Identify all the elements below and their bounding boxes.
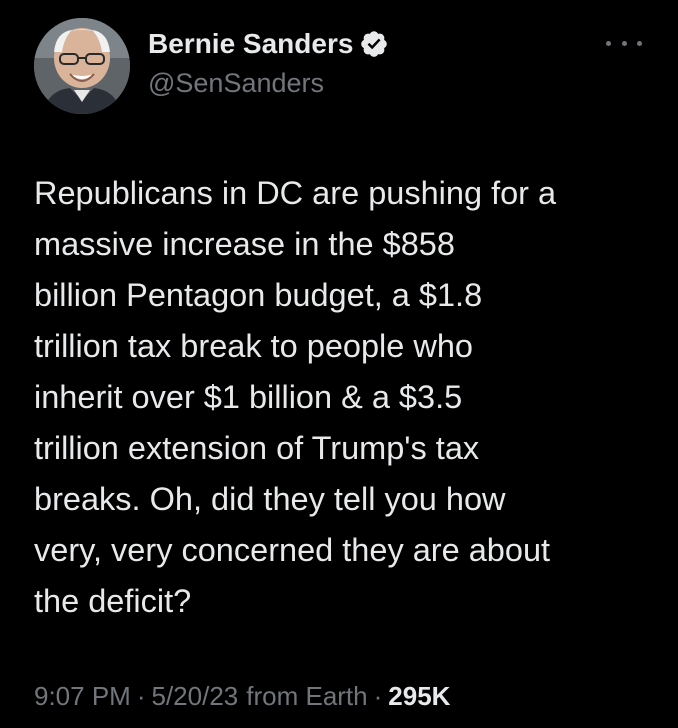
tweet: Bernie Sanders @SenSanders Republicans i… [0, 0, 678, 728]
more-dot [637, 40, 642, 46]
display-name[interactable]: Bernie Sanders [148, 28, 353, 60]
tweet-text-line: billion Pentagon budget, a $1.8 [34, 277, 483, 313]
more-dot [621, 40, 627, 46]
verified-badge-icon [361, 31, 388, 57]
tweet-meta: 9:07 PM · 5/20/23 from Earth · 295K [34, 678, 450, 714]
avatar-image [34, 18, 130, 114]
tweet-text-line: breaks. Oh, did they tell you how [34, 481, 506, 517]
view-count[interactable]: 295K [388, 681, 450, 712]
name-row: Bernie Sanders [148, 26, 389, 62]
avatar[interactable] [34, 18, 130, 114]
tweet-text-line: inherit over $1 billion & a $3.5 [34, 379, 463, 415]
tweet-text-line: the deficit? [34, 583, 192, 619]
tweet-header: Bernie Sanders @SenSanders [34, 18, 644, 118]
more-dot [606, 40, 611, 46]
tweet-text-line: trillion extension of Trump's tax [34, 430, 480, 466]
tweet-text-line: trillion tax break to people who [34, 328, 474, 364]
user-handle[interactable]: @SenSanders [148, 68, 324, 99]
tweet-time[interactable]: 9:07 PM [34, 681, 131, 712]
tweet-text-line: massive increase in the $858 [34, 226, 455, 262]
tweet-date[interactable]: 5/20/23 [152, 681, 239, 712]
tweet-source: from Earth [246, 680, 368, 711]
tweet-text-line: Republicans in DC are pushing for a [34, 175, 557, 211]
meta-separator: · [373, 680, 383, 711]
more-dots-icon[interactable] [606, 36, 642, 50]
tweet-text: Republicans in DC are pushing for a mass… [34, 168, 654, 627]
meta-separator: · [136, 680, 146, 711]
tweet-text-line: very, very concerned they are about [34, 532, 551, 568]
